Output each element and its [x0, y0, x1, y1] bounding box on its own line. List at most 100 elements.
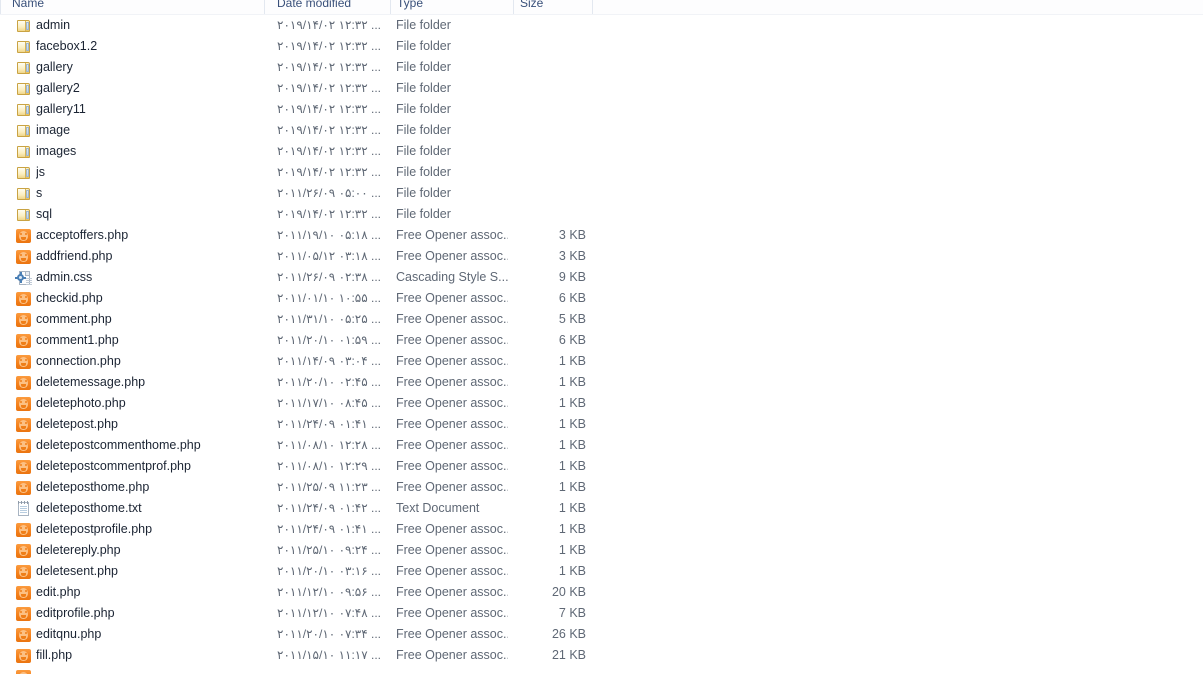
file-row[interactable]: editqnu.php ۲۰۱۱/۲۰/۱۰ ۰۷:۳۴ ... Free Open… — [0, 624, 1203, 645]
file-row[interactable]: deletephoto.php ۲۰۱۱/۱۷/۱۰ ۰۸:۴۵ ... Free … — [0, 393, 1203, 414]
php-file-icon — [16, 669, 32, 674]
file-row[interactable]: images ۲۰۱۹/۱۴/۰۲ ۱۲:۳۲ ... File folder — [0, 141, 1203, 162]
file-size: 1 KB — [558, 459, 586, 473]
file-type: Free Opener assoc... — [396, 396, 508, 410]
php-file-icon — [16, 228, 32, 244]
column-header-size[interactable]: Size — [520, 0, 543, 11]
file-row[interactable]: deletereply.php ۲۰۱۱/۲۵/۱۰ ۰۹:۲۴ ... Free … — [0, 540, 1203, 561]
file-row[interactable]: js ۲۰۱۹/۱۴/۰۲ ۱۲:۳۲ ... File folder — [0, 162, 1203, 183]
php-file-icon — [16, 627, 32, 643]
file-row[interactable]: gallery11 ۲۰۱۹/۱۴/۰۲ ۱۲:۳۲ ... File folder — [0, 99, 1203, 120]
php-file-icon — [16, 564, 32, 580]
file-type: Free Opener assoc... — [396, 648, 508, 662]
file-size — [508, 162, 586, 183]
file-name: deletepostcommenthome.php — [36, 438, 201, 452]
file-row[interactable]: acceptoffers.php ۲۰۱۱/۱۹/۱۰ ۰۵:۱۸ ... Free… — [0, 225, 1203, 246]
file-name: fill.php — [36, 648, 73, 662]
file-date-modified: ۲۰۱۱/۲۰/۱۰ ۰۳:۱۶ ... — [277, 564, 382, 578]
file-name: comment1.php — [36, 333, 119, 347]
column-header-date-modified[interactable]: Date modified — [277, 0, 351, 11]
file-row[interactable]: deletepostcommenthome.php ۲۰۱۱/۰۸/۱۰ ۱۲:۲… — [0, 435, 1203, 456]
php-file-icon — [16, 312, 32, 328]
file-row[interactable]: s ۲۰۱۱/۲۶/۰۹ ۰۵:۰۰ ... File folder — [0, 183, 1203, 204]
file-size: 1 KB — [558, 501, 586, 515]
column-divider-name-left[interactable] — [0, 0, 1, 14]
file-row[interactable]: image ۲۰۱۹/۱۴/۰۲ ۱۲:۳۲ ... File folder — [0, 120, 1203, 141]
file-row[interactable]: deletesent.php ۲۰۱۱/۲۰/۱۰ ۰۳:۱۶ ... Free O… — [0, 561, 1203, 582]
file-date-modified: ۲۰۱۱/۱۴/۰۹ ۰۳:۰۴ ... — [277, 354, 382, 368]
file-row[interactable]: comment.php ۲۰۱۱/۳۱/۱۰ ۰۵:۲۵ ... Free Open… — [0, 309, 1203, 330]
file-date-modified: ۲۰۱۹/۱۴/۰۲ ۱۲:۳۲ ... — [277, 165, 382, 179]
file-row[interactable]: comment1.php ۲۰۱۱/۲۰/۱۰ ۰۱:۵۹ ... Free Ope… — [0, 330, 1203, 351]
file-size: 1 KB — [558, 480, 586, 494]
file-date-modified: ۲۰۱۱/۲۴/۰۹ ۰۱:۴۱ ... — [277, 417, 382, 431]
folder-icon — [16, 207, 32, 223]
file-type: Free Opener assoc... — [396, 606, 508, 620]
file-row[interactable]: editprofile.php ۲۰۱۱/۱۲/۱۰ ۰۷:۴۸ ... Free … — [0, 603, 1203, 624]
file-date-modified: ۲۰۱۱/۲۴/۰۹ ۰۱:۴۲ ... — [277, 501, 382, 515]
php-file-icon — [16, 543, 32, 559]
file-row[interactable]: fill.php ۲۰۱۱/۱۵/۱۰ ۱۱:۱۷ ... Free Opener … — [0, 645, 1203, 666]
php-file-icon — [16, 585, 32, 601]
file-row[interactable]: sql ۲۰۱۹/۱۴/۰۲ ۱۲:۳۲ ... File folder — [0, 204, 1203, 225]
column-divider-date[interactable] — [264, 0, 265, 14]
folder-icon — [16, 123, 32, 139]
file-name: edit.php — [36, 585, 81, 599]
file-type: File folder — [396, 102, 451, 116]
column-divider-size-right[interactable] — [592, 0, 593, 14]
file-date-modified: ۲۰۱۹/۱۴/۰۲ ۱۲:۳۲ ... — [277, 207, 382, 221]
column-divider-type[interactable] — [390, 0, 391, 14]
file-date-modified: ۲۰۱۱/۱۷/۱۰ ۰۸:۴۵ ... — [277, 396, 382, 410]
file-row[interactable]: checkid.php ۲۰۱۱/۰۱/۱۰ ۱۰:۵۵ ... Free Open… — [0, 288, 1203, 309]
file-row[interactable]: facebox1.2 ۲۰۱۹/۱۴/۰۲ ۱۲:۳۲ ... File folde… — [0, 36, 1203, 57]
file-row[interactable]: gallery2 ۲۰۱۹/۱۴/۰۲ ۱۲:۳۲ ... File folder — [0, 78, 1203, 99]
file-name: editqnu.php — [36, 627, 102, 641]
file-date-modified: ۲۰۱۹/۱۴/۰۲ ۱۲:۳۲ ... — [277, 60, 382, 74]
file-row[interactable]: deleteposthome.php ۲۰۱۱/۲۵/۰۹ ۱۱:۲۳ ... Fr… — [0, 477, 1203, 498]
file-date-modified: ۲۰۱۱/۲۵/۱۰ ۰۹:۲۴ ... — [277, 543, 382, 557]
php-file-icon — [16, 249, 32, 265]
file-name: gallery2 — [36, 81, 80, 95]
file-type: File folder — [396, 165, 451, 179]
file-row[interactable]: addfriend.php ۲۰۱۱/۰۵/۱۲ ۰۳:۱۸ ... Free Op… — [0, 246, 1203, 267]
file-date-modified: ۲۰۱۹/۱۴/۰۲ ۱۲:۳۲ ... — [277, 39, 382, 53]
file-name: deletepostprofile.php — [36, 522, 153, 536]
file-row[interactable]: deletemessage.php ۲۰۱۱/۲۰/۱۰ ۰۲:۴۵ ... Fre… — [0, 372, 1203, 393]
file-row[interactable]: deleteposthome.txt ۲۰۱۱/۲۴/۰۹ ۰۱:۴۲ ... Te… — [0, 498, 1203, 519]
file-date-modified: ۲۰۱۱/۲۶/۰۹ ۰۲:۳۸ ... — [277, 270, 382, 284]
file-row[interactable]: edit.php ۲۰۱۱/۱۲/۱۰ ۰۹:۵۶ ... Free Opener … — [0, 582, 1203, 603]
file-name: deletemessage.php — [36, 375, 146, 389]
php-file-icon — [16, 375, 32, 391]
file-list[interactable]: admin ۲۰۱۹/۱۴/۰۲ ۱۲:۳۲ ... File folder face… — [0, 15, 1203, 677]
php-file-icon — [16, 396, 32, 412]
file-date-modified: ۲۰۱۱/۱۲/۱۰ ۰۹:۵۶ ... — [277, 585, 382, 599]
file-size — [508, 78, 586, 99]
file-row[interactable]: gallery ۲۰۱۹/۱۴/۰۲ ۱۲:۳۲ ... File folder — [0, 57, 1203, 78]
file-name: connection.php — [36, 354, 121, 368]
folder-icon — [16, 81, 32, 97]
column-header-name[interactable]: Name — [12, 0, 44, 11]
php-file-icon — [16, 648, 32, 664]
file-name: deletepostcommentprof.php — [36, 459, 191, 473]
file-row[interactable]: connection.php ۲۰۱۱/۱۴/۰۹ ۰۳:۰۴ ... Free O… — [0, 351, 1203, 372]
php-file-icon — [16, 606, 32, 622]
file-size: 1 KB — [558, 438, 586, 452]
file-date-modified: ۲۰۱۹/۱۴/۰۲ ۱۲:۳۲ ... — [277, 18, 382, 32]
file-name: deletereply.php — [36, 543, 121, 557]
column-header-type[interactable]: Type — [397, 0, 423, 11]
file-row[interactable] — [0, 666, 1203, 674]
file-size — [508, 57, 586, 78]
file-date-modified: ۲۰۱۱/۰۸/۱۰ ۱۲:۲۹ ... — [277, 459, 382, 473]
file-row[interactable]: deletepostcommentprof.php ۲۰۱۱/۰۸/۱۰ ۱۲:۲… — [0, 456, 1203, 477]
file-date-modified: ۲۰۱۱/۱۹/۱۰ ۰۵:۱۸ ... — [277, 228, 382, 242]
file-name: deletepost.php — [36, 417, 119, 431]
file-date-modified: ۲۰۱۹/۱۴/۰۲ ۱۲:۳۲ ... — [277, 102, 382, 116]
file-row[interactable]: deletepost.php ۲۰۱۱/۲۴/۰۹ ۰۱:۴۱ ... Free O… — [0, 414, 1203, 435]
file-name: facebox1.2 — [36, 39, 98, 53]
file-row[interactable]: admin.css ۲۰۱۱/۲۶/۰۹ ۰۲:۳۸ ... Cascading S… — [0, 267, 1203, 288]
column-divider-size[interactable] — [513, 0, 514, 14]
file-size: 3 KB — [558, 249, 586, 263]
file-row[interactable]: deletepostprofile.php ۲۰۱۱/۲۴/۰۹ ۰۱:۴۱ ..… — [0, 519, 1203, 540]
file-row[interactable]: admin ۲۰۱۹/۱۴/۰۲ ۱۲:۳۲ ... File folder — [0, 15, 1203, 36]
file-date-modified: ۲۰۱۱/۱۲/۱۰ ۰۷:۴۸ ... — [277, 606, 382, 620]
